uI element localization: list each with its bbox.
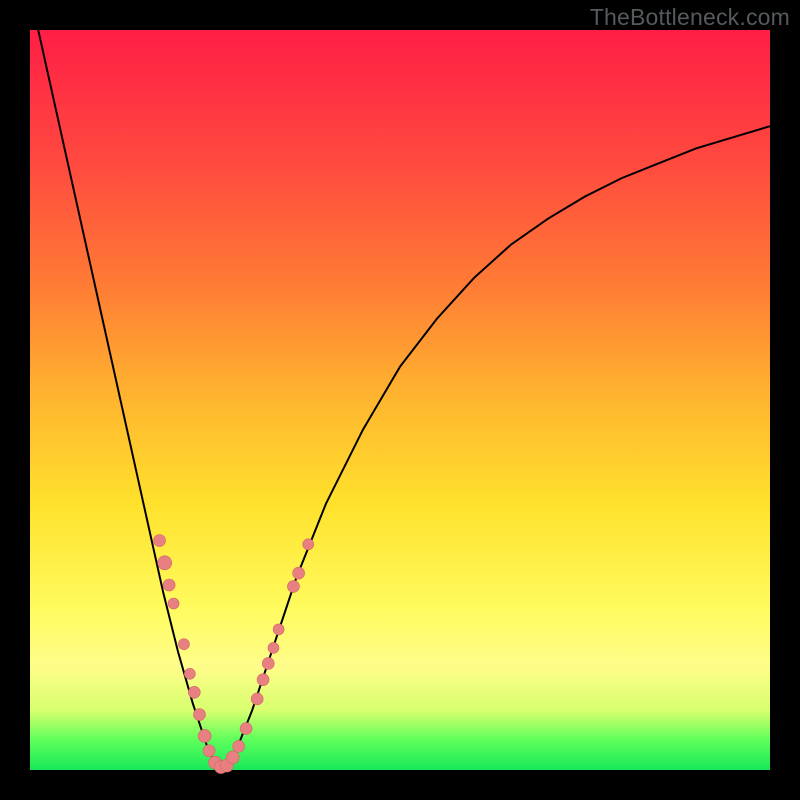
data-marker: [233, 740, 245, 752]
data-marker: [198, 729, 211, 742]
watermark-text: TheBottleneck.com: [590, 4, 790, 31]
marker-layer: [154, 535, 314, 774]
data-marker: [262, 657, 274, 669]
data-marker: [188, 686, 200, 698]
data-marker: [163, 579, 175, 591]
data-marker: [303, 539, 314, 550]
data-marker: [178, 639, 189, 650]
data-marker: [158, 556, 172, 570]
data-marker: [293, 567, 305, 579]
bottleneck-curve-path: [30, 0, 770, 768]
data-marker: [193, 709, 205, 721]
data-marker: [240, 723, 252, 735]
chart-svg: [30, 30, 770, 770]
data-marker: [251, 693, 263, 705]
data-marker: [184, 668, 195, 679]
data-marker: [257, 674, 269, 686]
data-marker: [268, 642, 279, 653]
data-marker: [226, 751, 239, 764]
data-marker: [168, 598, 179, 609]
data-marker: [287, 580, 299, 592]
data-marker: [154, 535, 166, 547]
data-marker: [203, 745, 215, 757]
chart-frame: TheBottleneck.com: [0, 0, 800, 800]
data-marker: [273, 624, 284, 635]
chart-plot-area: [30, 30, 770, 770]
